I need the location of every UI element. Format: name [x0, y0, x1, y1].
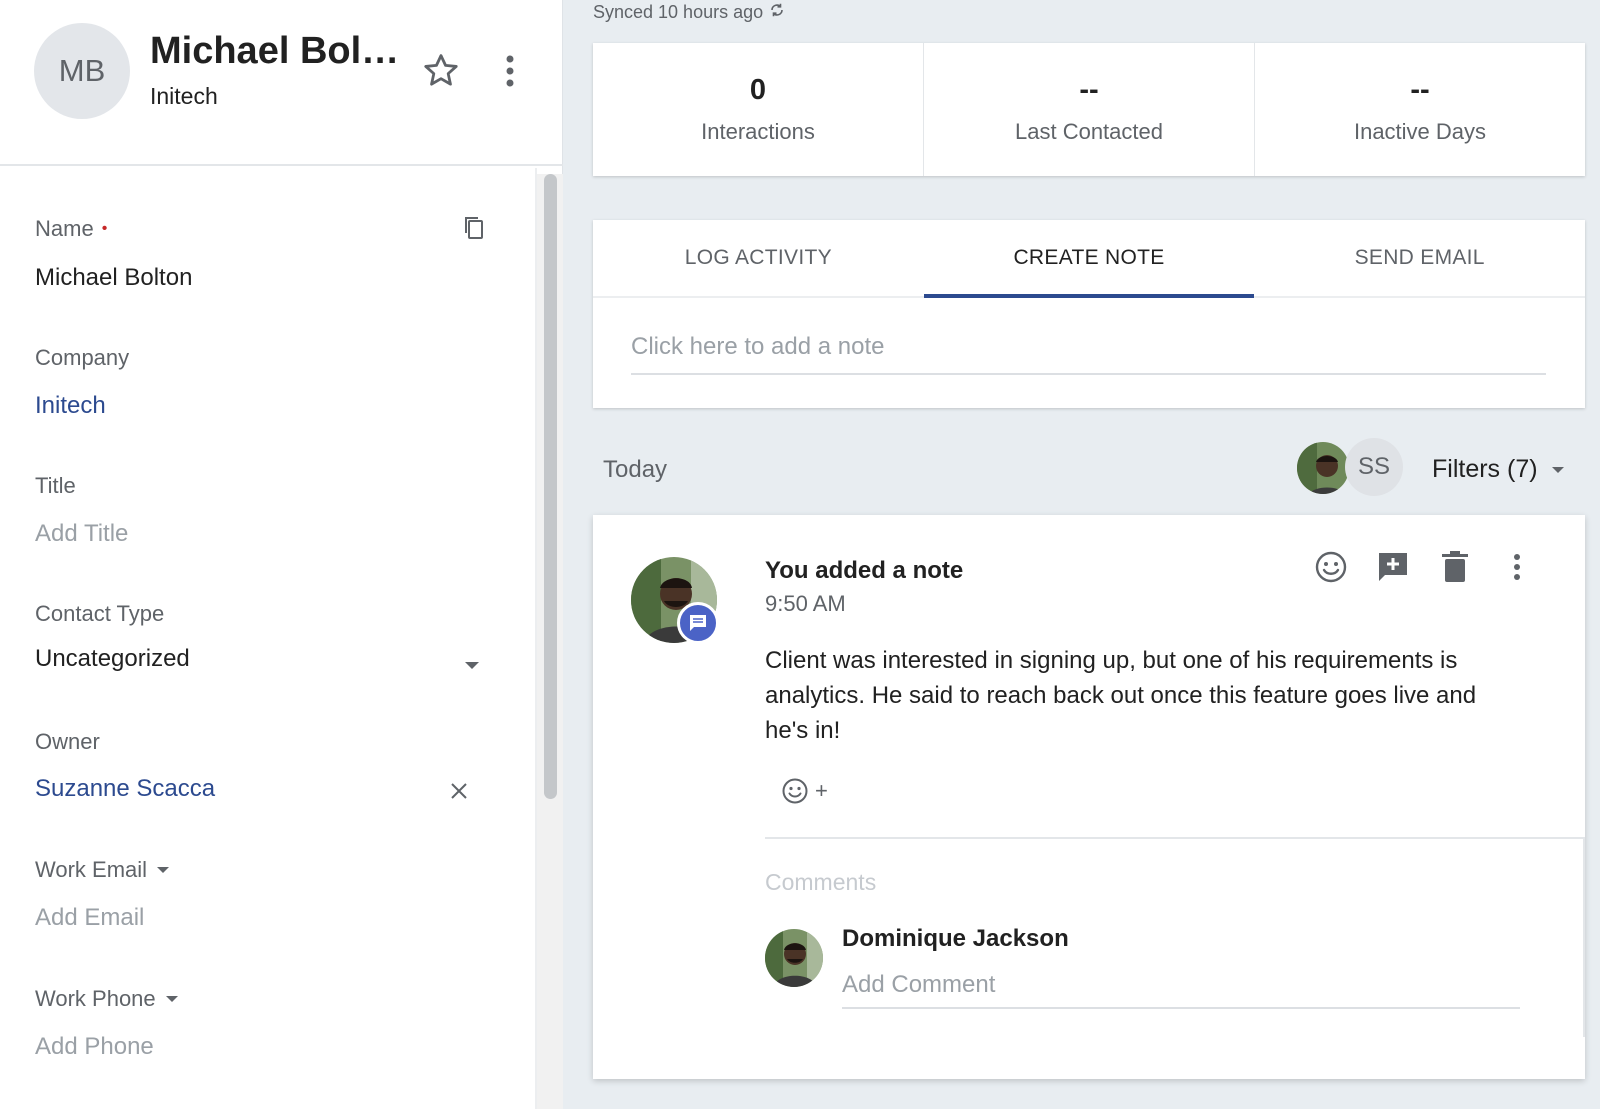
add-comment-icon[interactable]: [1375, 549, 1411, 585]
comments-label: Comments: [765, 869, 877, 895]
more-vert-icon[interactable]: [497, 50, 523, 92]
stat-value: --: [1079, 74, 1099, 106]
contact-sidebar: MB Michael Bol… Initech Name • Michael B…: [0, 0, 563, 1109]
contact-avatar: MB: [34, 23, 130, 119]
stat-last-contacted: -- Last Contacted: [924, 43, 1255, 176]
company-label: Company: [35, 345, 130, 370]
reaction-plus: +: [815, 778, 828, 803]
work-phone-field[interactable]: Add Phone: [35, 1033, 154, 1061]
chevron-down-icon[interactable]: [465, 662, 479, 669]
work-phone-label[interactable]: Work Phone: [35, 986, 178, 1012]
stat-label: Inactive Days: [1353, 119, 1487, 144]
note-actions: [1313, 549, 1535, 585]
filters-dropdown[interactable]: Filters (7): [1432, 455, 1564, 484]
stat-label: Interactions: [701, 119, 815, 144]
work-phone-label-text: Work Phone: [35, 986, 156, 1011]
more-vert-icon[interactable]: [1499, 549, 1535, 585]
user-avatar-photo[interactable]: [1295, 440, 1351, 496]
emoji-icon[interactable]: [1313, 549, 1349, 585]
note-card: You added a note 9:50 AM Client was inte…: [593, 515, 1585, 1079]
note-title: You added a note: [765, 557, 964, 584]
stat-value: 0: [749, 74, 767, 106]
stat-interactions: 0 Interactions: [593, 43, 924, 176]
user-avatar[interactable]: SS: [1345, 438, 1403, 496]
filters-label: Filters (7): [1432, 455, 1538, 483]
tab-create-note[interactable]: CREATE NOTE: [923, 220, 1255, 298]
sync-icon[interactable]: [769, 2, 785, 23]
name-label: Name •: [35, 216, 107, 242]
commenter-avatar: [765, 929, 823, 987]
star-icon[interactable]: [420, 50, 462, 92]
company-link[interactable]: Initech: [35, 392, 106, 420]
comment-input[interactable]: [842, 963, 1520, 1009]
caret-down-icon: [1551, 466, 1564, 473]
title-label: Title: [35, 473, 76, 498]
scrollbar-thumb[interactable]: [544, 174, 557, 799]
composer-tabs: LOG ACTIVITY CREATE NOTE SEND EMAIL: [593, 220, 1585, 298]
add-reaction-button[interactable]: +: [781, 777, 828, 805]
required-marker: •: [101, 220, 108, 237]
note-body: Client was interested in signing up, but…: [765, 647, 1477, 744]
contact-type-label: Contact Type: [35, 601, 165, 626]
caret-down-icon: [165, 996, 178, 1002]
activity-composer: LOG ACTIVITY CREATE NOTE SEND EMAIL: [593, 220, 1585, 408]
work-email-field[interactable]: Add Email: [35, 904, 144, 932]
tab-send-email[interactable]: SEND EMAIL: [1254, 220, 1585, 296]
work-email-label[interactable]: Work Email: [35, 857, 170, 883]
timeline-day-label: Today: [603, 456, 668, 483]
copy-icon[interactable]: [462, 215, 486, 241]
name-label-text: Name: [35, 216, 94, 241]
title-field[interactable]: Add Title: [35, 520, 128, 548]
stats-panel: 0 Interactions -- Last Contacted -- Inac…: [593, 43, 1585, 176]
note-input[interactable]: [631, 320, 1546, 375]
stat-value: --: [1410, 74, 1430, 106]
caret-down-icon: [157, 867, 170, 873]
owner-label: Owner: [35, 729, 100, 754]
contact-type-select[interactable]: Uncategorized: [35, 645, 190, 673]
contact-name: Michael Bol…: [150, 30, 400, 72]
tab-log-activity[interactable]: LOG ACTIVITY: [593, 220, 924, 296]
delete-icon[interactable]: [1437, 549, 1473, 585]
contact-header: MB Michael Bol… Initech: [0, 0, 563, 166]
contact-company: Initech: [150, 83, 218, 109]
name-value[interactable]: Michael Bolton: [35, 264, 192, 292]
note-timestamp: 9:50 AM: [765, 591, 846, 616]
stat-label: Last Contacted: [1015, 119, 1163, 144]
sync-status-text: Synced 10 hours ago: [593, 2, 764, 22]
owner-link[interactable]: Suzanne Scacca: [35, 775, 215, 803]
work-email-label-text: Work Email: [35, 857, 148, 882]
contact-fields: [0, 168, 563, 1109]
close-icon[interactable]: [448, 780, 470, 802]
sync-status: Synced 10 hours ago: [593, 2, 785, 23]
note-type-icon: [677, 602, 719, 644]
commenter-name: Dominique Jackson: [842, 925, 1069, 952]
stat-inactive-days: -- Inactive Days: [1255, 43, 1585, 176]
comments-section: Comments Dominique Jackson: [765, 837, 1585, 1037]
